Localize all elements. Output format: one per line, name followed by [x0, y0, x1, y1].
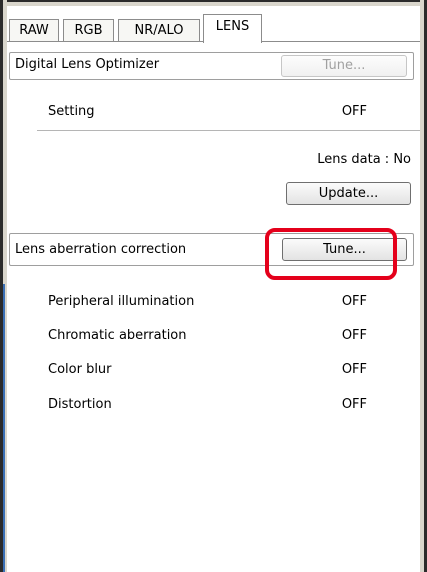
distortion-value: OFF	[341, 397, 367, 412]
lens-panel: Digital Lens Optimizer Tune... Setting O…	[7, 42, 420, 572]
dlo-divider	[37, 130, 420, 131]
color-blur-value: OFF	[341, 362, 367, 377]
update-button[interactable]: Update...	[286, 182, 411, 205]
tab-strip: RAW RGB NR/ALO LENS	[7, 6, 420, 43]
lens-settings-window: RAW RGB NR/ALO LENS Digital Lens Optimiz…	[0, 0, 427, 572]
peripheral-illumination-value: OFF	[341, 294, 367, 309]
peripheral-illumination-label: Peripheral illumination	[48, 294, 195, 309]
dlo-tune-button[interactable]: Tune...	[281, 55, 407, 77]
lac-tune-button[interactable]: Tune...	[282, 238, 407, 261]
distortion-label: Distortion	[48, 397, 112, 412]
dlo-title: Digital Lens Optimizer	[15, 57, 160, 72]
window-accent-bar	[3, 284, 5, 572]
color-blur-label: Color blur	[48, 362, 112, 377]
tab-nr-alo[interactable]: NR/ALO	[118, 19, 200, 42]
tab-lens[interactable]: LENS	[203, 14, 262, 43]
tab-rgb[interactable]: RGB	[63, 19, 114, 42]
dlo-section-header: Digital Lens Optimizer Tune...	[9, 52, 414, 80]
tab-raw[interactable]: RAW	[9, 19, 59, 42]
chromatic-aberration-value: OFF	[341, 328, 367, 343]
dlo-setting-value: OFF	[341, 104, 367, 119]
dlo-setting-label: Setting	[48, 104, 95, 119]
lac-title: Lens aberration correction	[15, 242, 187, 257]
lac-section-header: Lens aberration correction Tune...	[9, 233, 414, 266]
window-right-frame	[420, 0, 424, 572]
chromatic-aberration-label: Chromatic aberration	[48, 328, 187, 343]
lens-data-status: Lens data : No	[317, 152, 411, 167]
